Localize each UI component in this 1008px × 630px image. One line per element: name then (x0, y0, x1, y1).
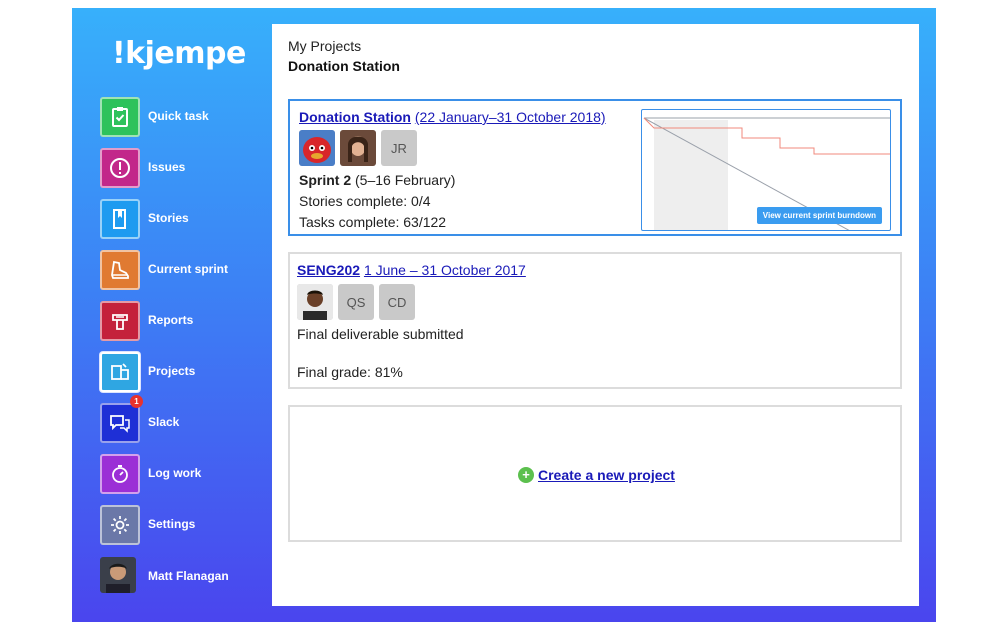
project-name-link[interactable]: Donation Station (299, 109, 411, 125)
sidebar-item-label: Projects (148, 364, 196, 378)
book-icon (100, 199, 140, 239)
sidebar-item-label: Log work (148, 466, 202, 480)
avatar: CD (379, 284, 415, 320)
avatar (299, 130, 335, 166)
avatar: JR (381, 130, 417, 166)
project-name-link[interactable]: SENG202 (297, 262, 360, 278)
sidebar-item-label: Issues (148, 160, 186, 174)
sidebar-item-projects[interactable]: Projects (100, 352, 270, 392)
project-dates-link[interactable]: 1 June – 31 October 2017 (364, 262, 526, 278)
alert-circle-icon (100, 148, 140, 188)
sidebar-item-stories[interactable]: Stories (100, 199, 270, 239)
member-avatars: QS CD (297, 284, 415, 320)
user-name: Matt Flanagan (148, 569, 229, 583)
project-dates-link[interactable]: (22 January–31 October 2018) (415, 109, 606, 125)
sidebar-item-issues[interactable]: Issues (100, 148, 270, 188)
plus-icon: + (518, 467, 534, 483)
sidebar-item-quick-task[interactable]: Quick task (100, 97, 270, 137)
sidebar-item-slack[interactable]: 1 Slack (100, 395, 270, 443)
tasks-complete: Tasks complete: 63/122 (299, 214, 447, 230)
sidebar-item-label: Current sprint (148, 262, 229, 276)
app-logo[interactable]: !kjempe (112, 36, 246, 71)
create-project-card[interactable]: + Create a new project (288, 405, 902, 542)
project-title[interactable]: Donation Station (22 January–31 October … (299, 109, 606, 125)
project-card[interactable]: SENG202 1 June – 31 October 2017 QS CD F… (288, 252, 902, 389)
sidebar-item-settings[interactable]: Settings (100, 505, 270, 545)
page-title: Donation Station (288, 58, 400, 74)
project-status: Final deliverable submitted (297, 326, 464, 342)
main-panel: My Projects Donation Station Donation St… (272, 24, 919, 606)
sneaker-icon (100, 250, 140, 290)
sidebar-item-reports[interactable]: Reports (100, 301, 270, 341)
create-project-link[interactable]: + Create a new project (518, 467, 675, 483)
sidebar-item-label: Reports (148, 313, 194, 327)
notification-badge: 1 (130, 395, 143, 408)
sidebar-item-label: Slack (148, 415, 180, 429)
project-card[interactable]: Donation Station (22 January–31 October … (288, 99, 902, 236)
sprint-label: Sprint 2 (299, 172, 352, 188)
sidebar-item-label: Stories (148, 211, 189, 225)
burndown-chart[interactable]: View current sprint burndown (641, 109, 891, 231)
projects-icon (100, 352, 140, 392)
member-avatars: JR (299, 130, 417, 166)
avatar (297, 284, 333, 320)
stopwatch-icon (100, 454, 140, 494)
stories-complete: Stories complete: 0/4 (299, 193, 431, 209)
sidebar-item-label: Quick task (148, 109, 209, 123)
sidebar-item-current-sprint[interactable]: Current sprint (100, 250, 270, 290)
sprint-line: Sprint 2 (5–16 February) (299, 172, 455, 188)
project-title[interactable]: SENG202 1 June – 31 October 2017 (297, 262, 526, 278)
create-project-label: Create a new project (538, 467, 675, 483)
megaphone-icon (100, 301, 140, 341)
breadcrumb[interactable]: My Projects (288, 38, 361, 54)
clipboard-check-icon (100, 97, 140, 137)
avatar (100, 557, 136, 593)
final-grade: Final grade: 81% (297, 364, 403, 380)
sidebar-item-log-work[interactable]: Log work (100, 454, 270, 494)
chat-bubbles-icon (100, 403, 140, 443)
avatar (340, 130, 376, 166)
sidebar-user[interactable]: Matt Flanagan (100, 557, 270, 597)
sprint-dates: (5–16 February) (355, 172, 456, 188)
view-burndown-button[interactable]: View current sprint burndown (756, 207, 882, 224)
avatar: QS (338, 284, 374, 320)
sidebar-item-label: Settings (148, 517, 196, 531)
gear-icon (100, 505, 140, 545)
